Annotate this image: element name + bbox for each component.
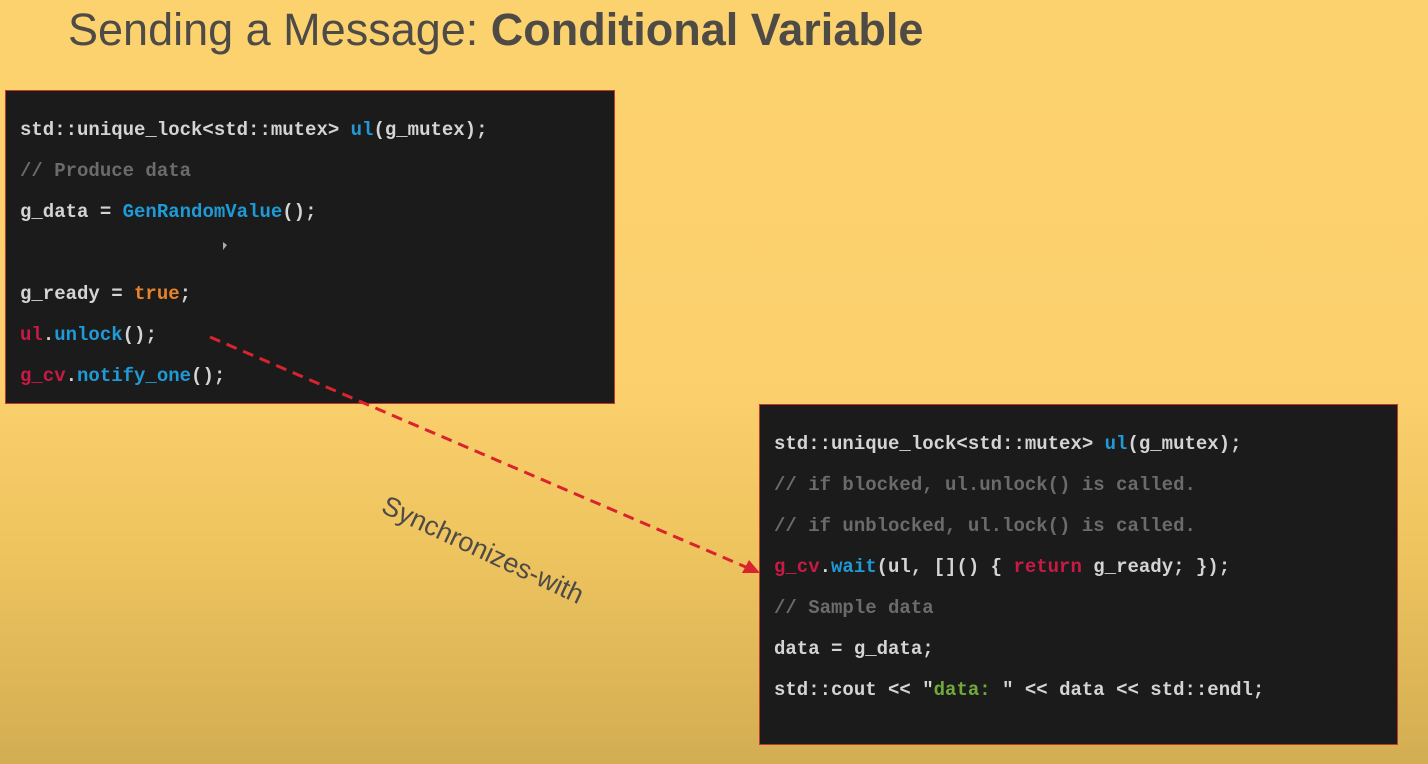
consumer-code-block: std::unique_lock<std::mutex> ul(g_mutex)… [759,404,1398,745]
code-comment: // if blocked, ul.unlock() is called. [774,474,1196,496]
code-token: g_cv [20,365,66,387]
code-token: . [42,324,55,346]
producer-code-block: std::unique_lock<std::mutex> ul(g_mutex)… [5,90,615,404]
code-token: g_cv [774,556,820,578]
code-token: (g_mutex); [1127,433,1242,455]
slide-title-prefix: Sending a Message: [68,4,491,55]
code-token: std::unique_lock<std::mutex> [774,433,1105,455]
code-token: wait [831,556,877,578]
code-token: ul [1104,433,1128,455]
code-token: (g_mutex); [373,119,488,141]
code-line: std::unique_lock<std::mutex> ul(g_mutex)… [774,433,1242,455]
code-token: g_data = [20,201,123,223]
code-token: data: [933,679,1003,701]
code-token: g_ready; }); [1081,556,1231,578]
code-line: g_data = GenRandomValue(); [20,201,316,223]
code-token: " << data << std::endl; [1002,679,1265,701]
slide-title: Sending a Message: Conditional Variable [68,4,923,56]
slide-title-bold: Conditional Variable [490,4,924,55]
code-token: (); [122,324,157,346]
code-token: unlock [54,324,123,346]
synchronizes-with-label: Synchronizes-with [377,490,589,610]
code-token: std::unique_lock<std::mutex> [20,119,351,141]
code-token: notify_one [77,365,192,387]
code-comment: // Sample data [774,597,934,619]
mouse-cursor-icon [223,242,227,250]
code-token: (); [282,201,317,223]
code-token: (ul, []() { [876,556,1014,578]
arrowhead-icon [742,560,760,573]
code-line: g_cv.notify_one(); [20,365,225,387]
code-comment: // Produce data [20,160,192,182]
code-token: . [819,556,832,578]
code-line: ul.unlock(); [20,324,157,346]
code-token: ul [20,324,43,346]
code-line: std::cout << "data: " << data << std::en… [774,679,1264,701]
code-token: GenRandomValue [122,201,283,223]
code-comment: // if unblocked, ul.lock() is called. [774,515,1196,537]
code-line: std::unique_lock<std::mutex> ul(g_mutex)… [20,119,488,141]
code-token: ul [350,119,374,141]
code-token: ; [179,283,192,305]
code-token: return [1013,556,1082,578]
code-line: data = g_data; [774,638,934,660]
code-line: g_cv.wait(ul, []() { return g_ready; }); [774,556,1230,578]
code-token: (); [191,365,226,387]
code-token: . [65,365,78,387]
code-token: std::cout << " [774,679,934,701]
code-token: true [134,283,180,305]
code-token: g_ready = [20,283,135,305]
code-line: g_ready = true; [20,283,191,305]
